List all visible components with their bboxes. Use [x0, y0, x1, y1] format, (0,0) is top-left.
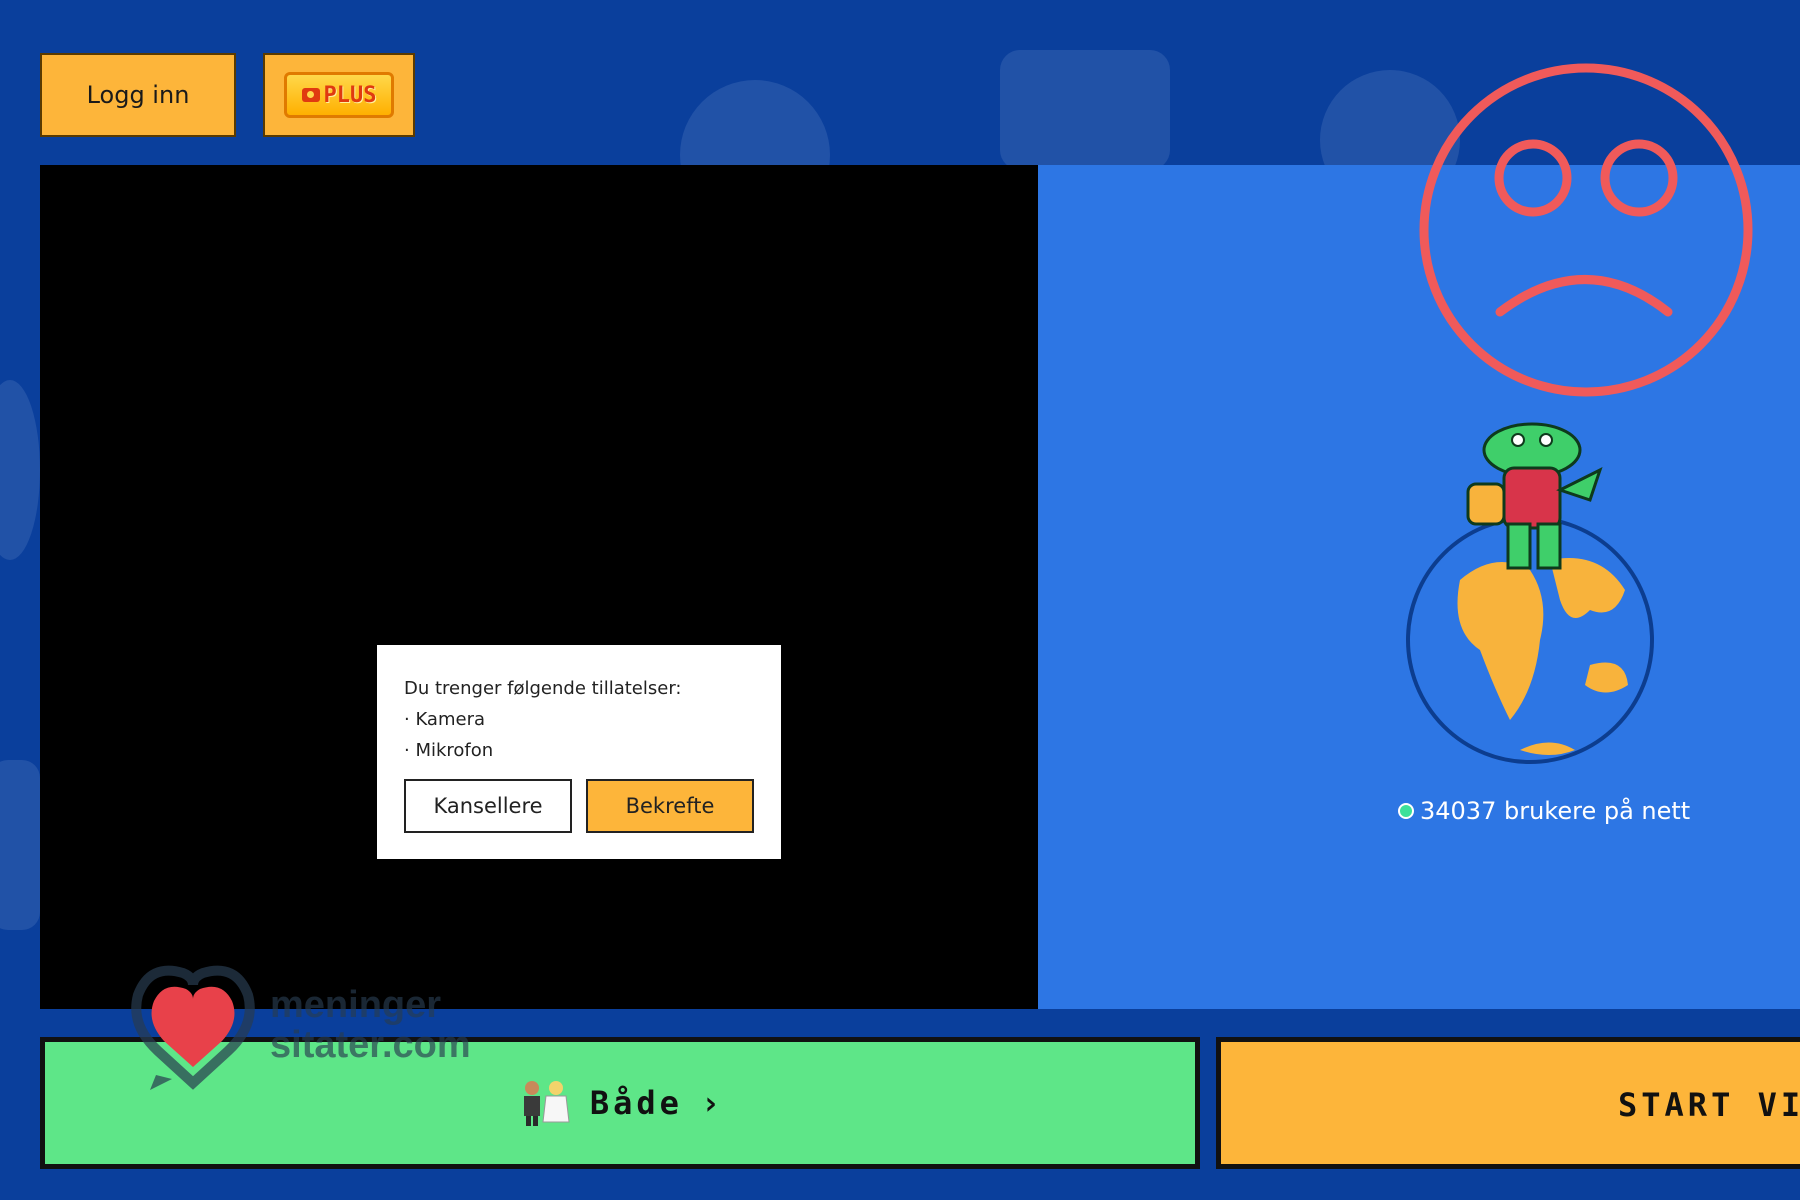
dialog-title: Du trenger følgende tillatelser:	[404, 678, 682, 699]
sad-face-icon	[1419, 63, 1753, 397]
video-area: Du trenger følgende tillatelser: · Kamer…	[40, 165, 1038, 1009]
watermark-line1: meninger	[270, 984, 442, 1026]
confirm-button[interactable]: Bekrefte	[586, 779, 754, 833]
start-videochat-button[interactable]: START VIDEOCHAT	[1216, 1037, 1800, 1169]
plus-badge: PLUS	[284, 72, 394, 118]
plus-button[interactable]: PLUS	[263, 53, 415, 137]
permission-dialog: Du trenger følgende tillatelser: · Kamer…	[377, 645, 781, 859]
permission-microphone: · Mikrofon	[404, 740, 494, 761]
plus-label: PLUS	[323, 82, 377, 108]
gender-label: Både	[589, 1084, 683, 1122]
couple-icon	[523, 1081, 570, 1126]
online-indicator-icon	[1398, 803, 1414, 819]
cancel-button[interactable]: Kansellere	[404, 779, 572, 833]
crocodile-globe-icon	[1406, 422, 1654, 764]
start-label: START VIDEOCHAT	[1618, 1086, 1800, 1124]
login-button[interactable]: Logg inn	[40, 53, 236, 137]
online-count: 34037 brukere på nett	[1398, 797, 1690, 825]
watermark: meninger sitater.com	[128, 955, 471, 1095]
camera-icon	[301, 88, 320, 102]
permission-camera: · Kamera	[404, 709, 485, 730]
online-count-text: 34037 brukere på nett	[1420, 797, 1691, 825]
chevron-right-icon: ›	[700, 1084, 725, 1122]
heart-chat-icon	[131, 965, 255, 1090]
watermark-line2: sitater.com	[270, 1024, 471, 1066]
